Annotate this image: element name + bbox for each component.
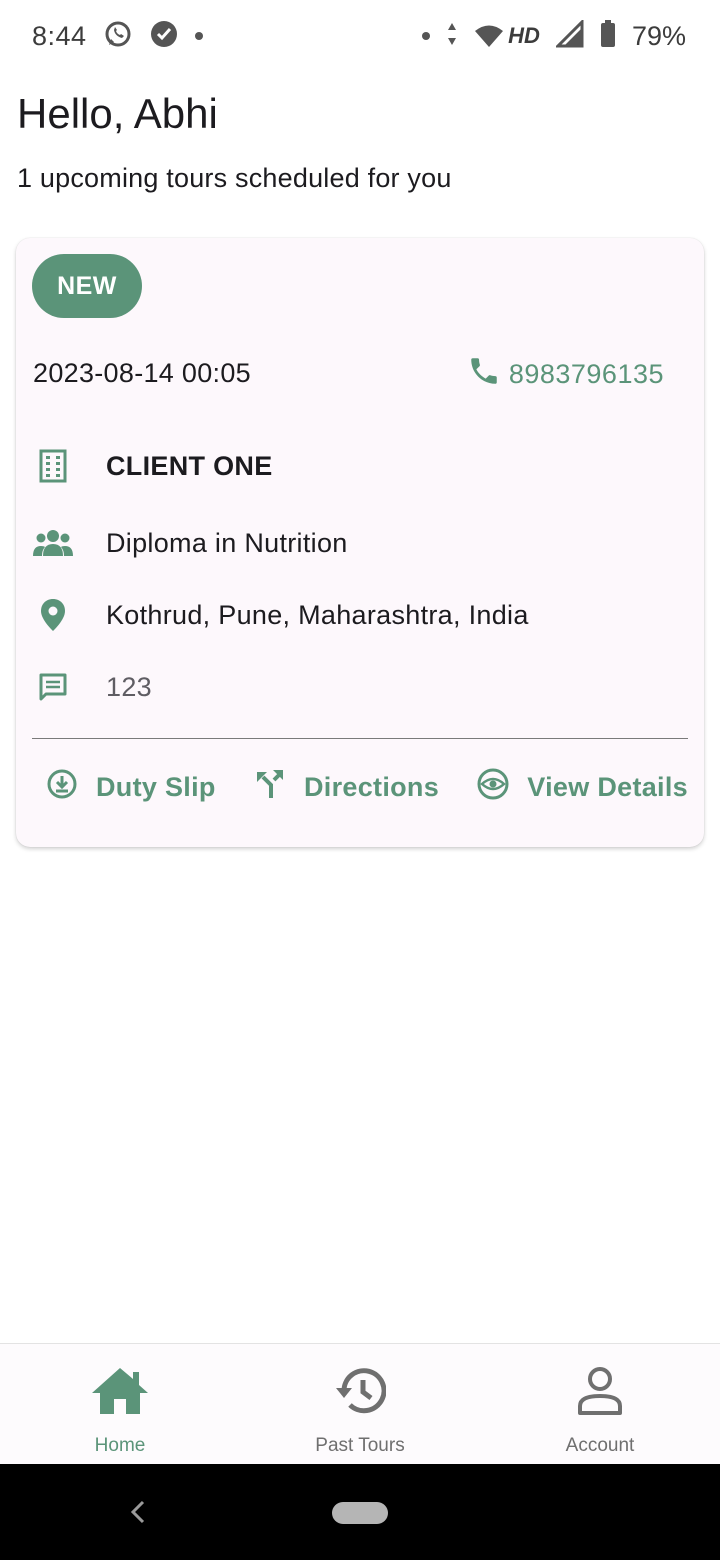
battery-icon: [600, 19, 616, 53]
upcoming-tours-subtitle: 1 upcoming tours scheduled for you: [17, 163, 452, 193]
client-row: CLIENT ONE: [33, 446, 273, 486]
network-type: HD: [508, 23, 540, 48]
location-text: Kothrud, Pune, Maharashtra, India: [106, 599, 529, 630]
eye-icon: [477, 768, 509, 807]
view-details-button[interactable]: View Details: [477, 768, 688, 807]
nav-account-label: Account: [565, 1435, 635, 1456]
client-name: CLIENT ONE: [106, 450, 273, 481]
notification-dot-icon: [194, 32, 203, 40]
duty-slip-button[interactable]: Duty Slip: [46, 768, 216, 807]
directions-label: Directions: [303, 772, 440, 802]
course-name: Diploma in Nutrition: [106, 527, 348, 558]
nav-past-tours-label: Past Tours: [315, 1435, 405, 1456]
status-left: 8:44: [32, 19, 203, 54]
back-icon[interactable]: [128, 1500, 148, 1529]
group-icon: [33, 523, 73, 563]
download-circle-icon: [46, 768, 78, 807]
nav-home-label: Home: [94, 1435, 146, 1456]
greeting-title: Hello, Abhi: [17, 90, 218, 137]
view-details-label: View Details: [527, 772, 688, 802]
notification-dot-icon: [422, 32, 431, 40]
home-pill[interactable]: [332, 1502, 388, 1524]
notes-text: 123: [106, 671, 152, 702]
tour-card[interactable]: NEW 2023-08-14 00:05 8983796135 CLIENT O…: [16, 238, 704, 847]
status-bar: 8:44 HD 79%: [0, 0, 720, 72]
duty-slip-label: Duty Slip: [96, 772, 216, 802]
phone-number: 8983796135: [508, 359, 664, 389]
tour-datetime: 2023-08-14 00:05: [33, 358, 251, 388]
bottom-nav: Home Past Tours Account: [0, 1343, 720, 1464]
directions-button[interactable]: Directions: [254, 768, 439, 807]
person-icon: [575, 1366, 625, 1421]
status-right: HD 79%: [422, 17, 686, 53]
building-icon: [33, 446, 73, 486]
status-time: 8:44: [32, 20, 87, 51]
battery-percent: 79%: [631, 20, 686, 51]
card-actions: Duty Slip Directions View Details: [16, 768, 704, 807]
status-badge: NEW: [32, 254, 142, 318]
check-circle-icon: [149, 19, 179, 54]
course-row: Diploma in Nutrition: [33, 523, 348, 563]
nav-home[interactable]: Home: [0, 1344, 240, 1464]
history-icon: [334, 1366, 387, 1421]
system-nav-bar: [0, 1464, 720, 1560]
wifi-icon: [475, 25, 504, 47]
data-arrows-icon: [446, 21, 458, 52]
notes-row: 123: [33, 667, 152, 707]
wifi-group: HD: [474, 23, 540, 49]
location-pin-icon: [33, 595, 73, 635]
home-icon: [91, 1366, 149, 1421]
whatsapp-icon: [103, 19, 133, 54]
phone-icon: [467, 354, 501, 395]
fork-directions-icon: [254, 768, 286, 807]
signal-icon: [554, 17, 584, 53]
location-row: Kothrud, Pune, Maharashtra, India: [33, 595, 529, 635]
card-divider: [32, 738, 688, 739]
comment-icon: [33, 667, 73, 707]
nav-account[interactable]: Account: [480, 1344, 720, 1464]
nav-past-tours[interactable]: Past Tours: [240, 1344, 480, 1464]
phone-link[interactable]: 8983796135: [467, 354, 664, 395]
